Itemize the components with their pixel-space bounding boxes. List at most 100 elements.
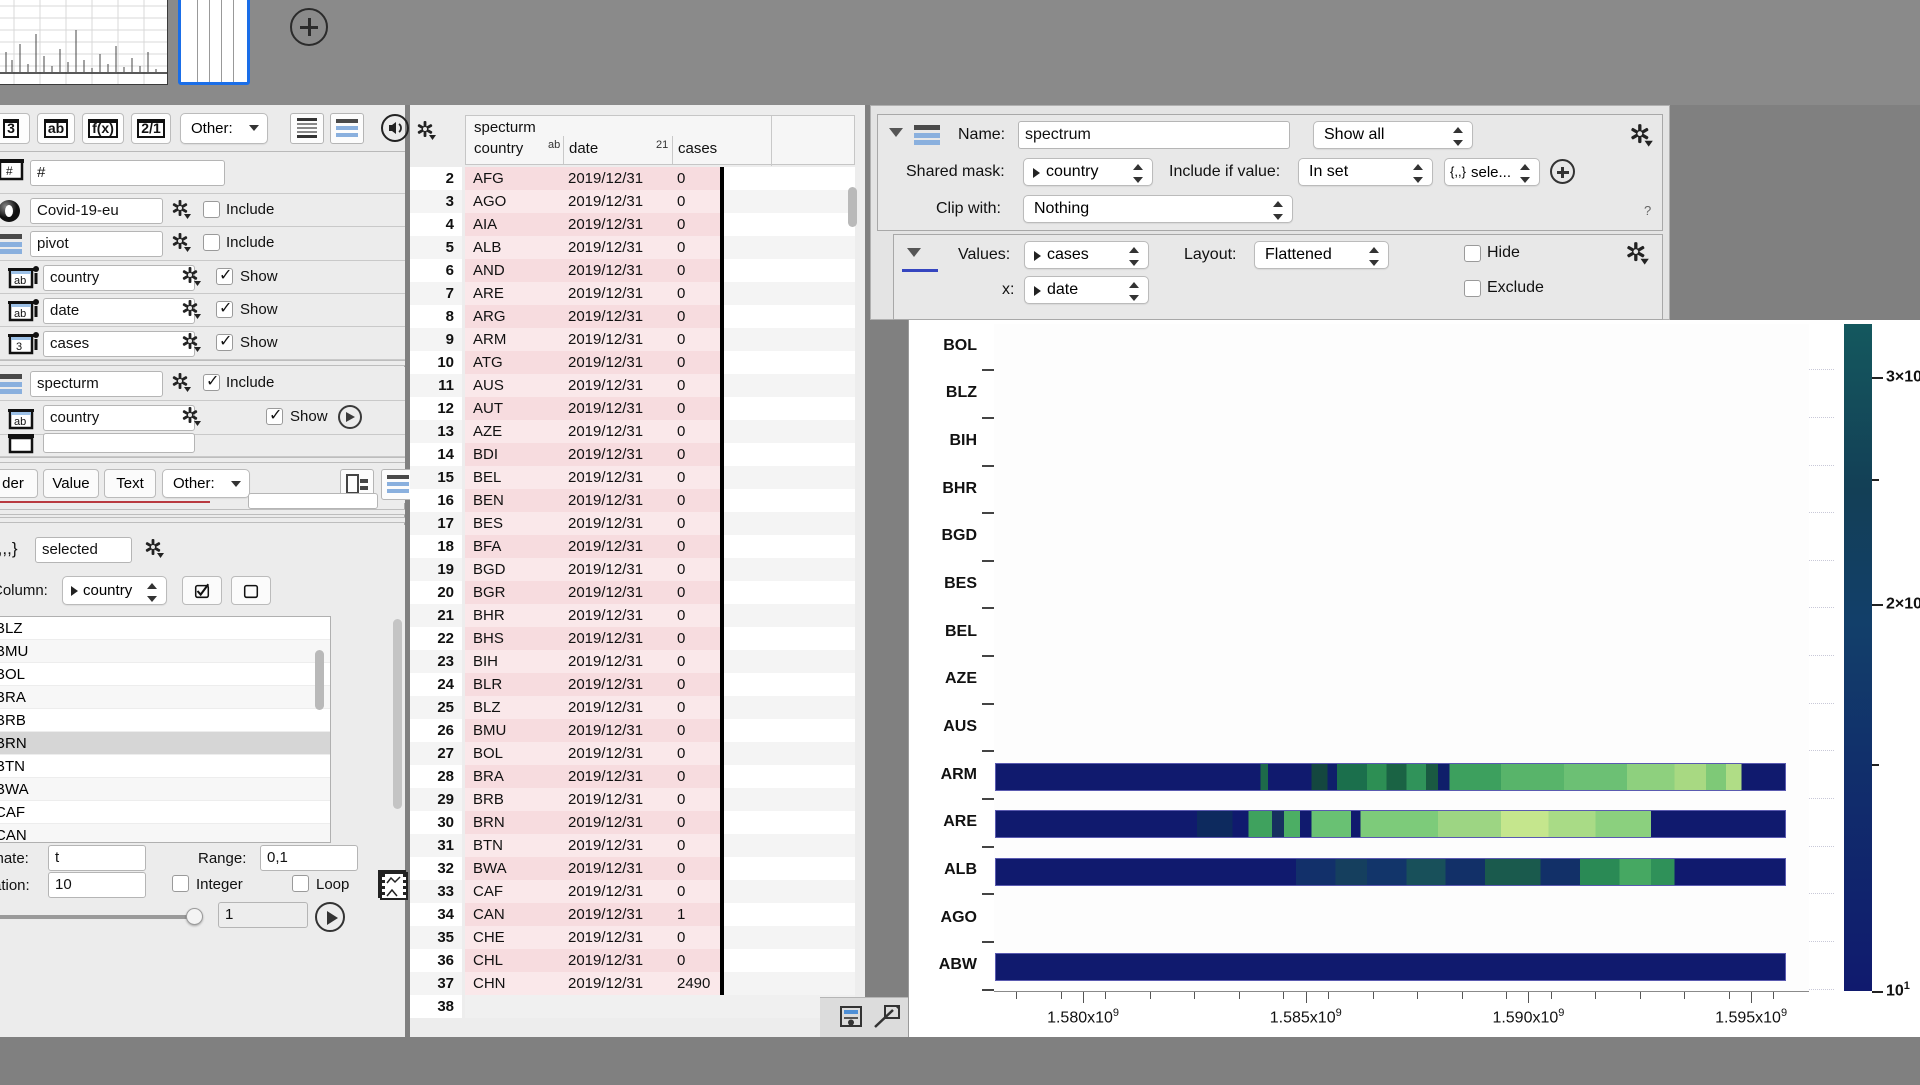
table-row-cells[interactable]: BEL2019/12/310 (465, 466, 855, 489)
table-scrollbar[interactable] (848, 187, 857, 227)
table-cell-cases[interactable]: 0 (677, 880, 685, 903)
table-row[interactable]: 10ATG2019/12/310 (410, 351, 865, 374)
gear-icon[interactable] (1624, 241, 1650, 267)
table-cell-cases[interactable]: 0 (677, 213, 685, 236)
table-row[interactable]: 3AGO2019/12/310 (410, 190, 865, 213)
table-row[interactable]: 20BGR2019/12/310 (410, 581, 865, 604)
table-cell-date[interactable]: 2019/12/31 (568, 903, 643, 926)
document-thumbnail-1[interactable] (0, 0, 168, 85)
table-row-cells[interactable]: BRN 2019/12/31 0 (465, 811, 855, 834)
panel-scrollbar[interactable] (393, 619, 402, 809)
document-thumbnail-2-active[interactable] (178, 0, 250, 85)
clip-with-dropdown[interactable]: Nothing (1023, 195, 1293, 223)
table-cell-date[interactable]: 2019/12/31 (568, 397, 643, 420)
table-cell-date[interactable]: 2019/12/31 (568, 581, 643, 604)
date-show-checkbox[interactable] (216, 301, 233, 318)
pivot-name-field[interactable]: pivot (30, 231, 163, 257)
heatmap-plot[interactable]: BOLBLZBIHBHRBGDBESBELAZEAUSARMAREALBAGOA… (908, 320, 1920, 1037)
table-cell-country[interactable]: BIH (473, 650, 498, 673)
table-row[interactable]: 5ALB2019/12/310 (410, 236, 865, 259)
format-button-text[interactable]: Text (104, 469, 156, 498)
table-row-cells[interactable]: CHL2019/12/310 (465, 949, 855, 972)
table-cell-cases[interactable]: 0 (677, 604, 685, 627)
table-cell-cases[interactable]: 0 (677, 788, 685, 811)
table-row-cells[interactable]: AIA2019/12/310 (465, 213, 855, 236)
table-cell-cases[interactable]: 0 (677, 673, 685, 696)
table-row[interactable]: 4AIA2019/12/310 (410, 213, 865, 236)
format-button-order[interactable]: der (0, 469, 38, 498)
table-cell-country[interactable]: BTN (473, 834, 503, 857)
gear-icon[interactable] (1628, 123, 1654, 149)
table-cell-country[interactable]: ARG (473, 305, 506, 328)
country-selection-list[interactable]: BLZ BMU BOL BRA BRB BRN BTN BWA CAF CAN … (0, 616, 331, 843)
table-cell-date[interactable]: 2019/12/31 (568, 719, 643, 742)
spectrum-include-checkbox[interactable] (203, 374, 220, 391)
table-row-cells[interactable]: BRB2019/12/310 (465, 788, 855, 811)
expand-arrow-icon[interactable] (338, 405, 362, 429)
range-field[interactable]: 0,1 (260, 845, 358, 871)
column-dropdown[interactable]: country (62, 576, 167, 605)
table-cell-cases[interactable]: 0 (677, 811, 685, 834)
table-row[interactable]: 19BGD2019/12/310 (410, 558, 865, 581)
table-cell-country[interactable]: AND (473, 259, 505, 282)
heatmap-row-ARE[interactable] (995, 810, 1786, 838)
disclosure-triangle-icon[interactable] (889, 128, 903, 137)
table-cell-country[interactable]: BOL (473, 742, 503, 765)
clear-all-button[interactable] (231, 576, 271, 605)
pivot-include-checkbox[interactable] (203, 234, 220, 251)
table-row-cells[interactable]: BLZ2019/12/310 (465, 696, 855, 719)
layout-dropdown[interactable]: Flattened (1254, 241, 1389, 269)
table-row-cells[interactable]: AUT2019/12/310 (465, 397, 855, 420)
table-row-cells[interactable]: ALB2019/12/310 (465, 236, 855, 259)
table-cell-cases[interactable]: 0 (677, 489, 685, 512)
table-cell-date[interactable]: 2019/12/31 (568, 696, 643, 719)
gear-icon[interactable] (170, 232, 192, 254)
table-cell-country[interactable]: BRN (473, 811, 505, 834)
table-cell-date[interactable]: 2019/12/31 (568, 972, 643, 995)
table-cell-cases[interactable]: 0 (677, 236, 685, 259)
table-cell-date[interactable]: 2019/12/31 (568, 742, 643, 765)
values-dropdown[interactable]: cases (1024, 241, 1149, 269)
other-dropdown[interactable]: Other: (180, 113, 268, 144)
table-cell-date[interactable]: 2019/12/31 (568, 788, 643, 811)
column-header-date[interactable]: date (569, 140, 598, 157)
table-cell-date[interactable]: 2019/12/31 (568, 811, 643, 834)
table-row[interactable]: 32BWA2019/12/310 (410, 857, 865, 880)
table-cell-country[interactable]: ALB (473, 236, 501, 259)
column-header-cases[interactable]: cases (678, 140, 717, 157)
table-cell-cases[interactable]: 0 (677, 558, 685, 581)
table-cell-country[interactable]: BEN (473, 489, 504, 512)
table-cell-date[interactable]: 2019/12/31 (568, 558, 643, 581)
table-cell-date[interactable]: 2019/12/31 (568, 190, 643, 213)
table-cell-country[interactable]: BWA (473, 857, 507, 880)
table-row[interactable]: 33CAF2019/12/310 (410, 880, 865, 903)
set-dropdown[interactable]: {,,} sele... (1444, 158, 1540, 186)
pivot-name-input[interactable]: spectrum (1018, 121, 1290, 149)
type-button-number[interactable]: 3 (0, 113, 30, 144)
table-row[interactable]: 9ARM2019/12/310 (410, 328, 865, 351)
table-cell-country[interactable]: ARE (473, 282, 504, 305)
column-header-country[interactable]: country (474, 140, 523, 157)
table-cell-date[interactable]: 2019/12/31 (568, 213, 643, 236)
play-icon[interactable] (315, 902, 345, 932)
table-cell-date[interactable]: 2019/12/31 (568, 466, 643, 489)
format-button-value[interactable]: Value (43, 469, 99, 498)
table-cell-country[interactable]: BGR (473, 581, 506, 604)
table-cell-country[interactable]: BMU (473, 719, 506, 742)
table-cell-cases[interactable]: 0 (677, 696, 685, 719)
table-row-cells[interactable]: AND2019/12/310 (465, 259, 855, 282)
table-cell-date[interactable]: 2019/12/31 (568, 305, 643, 328)
partial-field[interactable] (43, 433, 195, 453)
table-row[interactable]: 7ARE2019/12/310 (410, 282, 865, 305)
table-cell-cases[interactable]: 0 (677, 535, 685, 558)
gear-icon[interactable] (143, 538, 165, 560)
shared-mask-dropdown[interactable]: country (1023, 158, 1153, 186)
table-row[interactable]: 36CHL2019/12/310 (410, 949, 865, 972)
heatmap-canvas[interactable]: BOLBLZBIHBHRBGDBESBELAZEAUSARMAREALBAGOA… (909, 320, 1920, 1037)
table-row-cells[interactable]: BWA2019/12/310 (465, 857, 855, 880)
table-cell-cases[interactable]: 0 (677, 282, 685, 305)
table-row[interactable]: 34CAN2019/12/311 (410, 903, 865, 926)
table-cell-country[interactable]: CHE (473, 926, 505, 949)
table-cell-country[interactable]: ARM (473, 328, 506, 351)
table-row[interactable]: 21BHR2019/12/310 (410, 604, 865, 627)
